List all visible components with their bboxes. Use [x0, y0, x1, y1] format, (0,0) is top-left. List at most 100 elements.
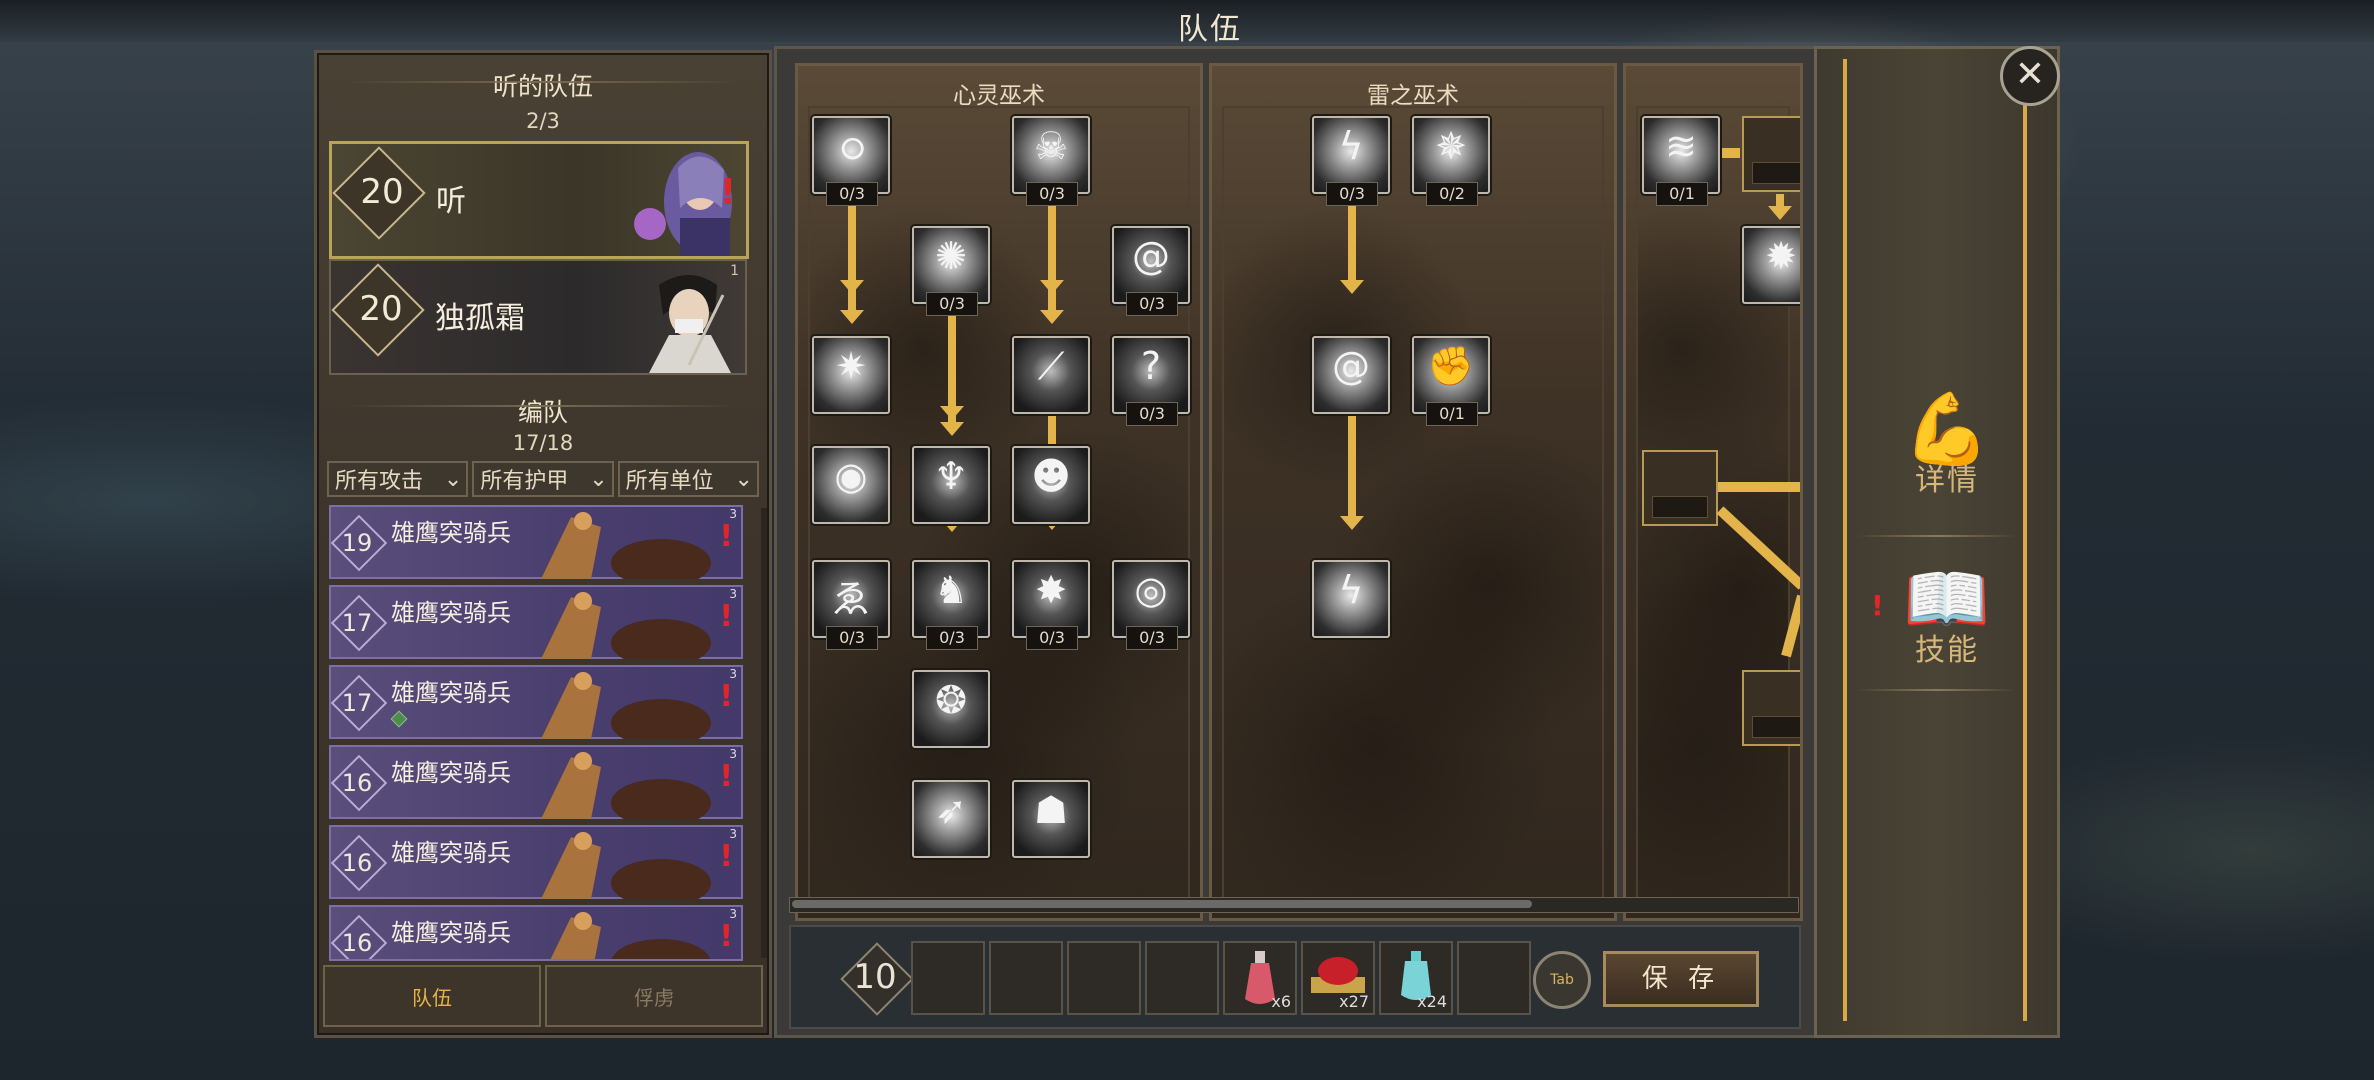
slot-bar	[1752, 716, 1800, 738]
skill-ghost[interactable]: ゑ 0/3	[812, 560, 890, 650]
hero-name: 独孤霜	[435, 301, 525, 336]
save-button[interactable]: 保 存	[1603, 951, 1759, 1007]
tab-team[interactable]: 队伍	[323, 965, 541, 1027]
hero-card-dugu-shuang[interactable]: 20 独孤霜 1	[329, 259, 747, 375]
item-slot-blue-potion[interactable]: x24	[1379, 941, 1453, 1015]
tree-background	[1222, 106, 1604, 908]
attack-filter-dropdown[interactable]: 所有攻击 ⌄	[327, 461, 469, 497]
filter-label: 所有攻击	[335, 469, 424, 494]
hero-alert-icon: !	[719, 172, 736, 213]
skill-count: 0/3	[1026, 626, 1078, 650]
unit-row[interactable]: 19 雄鹰突骑兵 3 !	[329, 505, 743, 579]
skill-shuriken-swirl[interactable]: ✵ 0/2	[1412, 116, 1490, 206]
skill-count: 0/1	[1656, 182, 1708, 206]
skill-spear-strike[interactable]: ➶	[912, 780, 990, 858]
chevron-down-icon: ⌄	[734, 466, 753, 492]
close-button[interactable]: ✕	[2000, 46, 2060, 106]
tree-arrow	[1768, 194, 1792, 220]
unit-list-scrollbar[interactable]	[761, 508, 767, 958]
skill-ring-crown[interactable]: ❂	[912, 670, 990, 748]
unit-name: 雄鹰突骑兵	[391, 919, 511, 947]
skill-dark-star[interactable]: ✸ 0/3	[1012, 560, 1090, 650]
skill-grinning-monster[interactable]: ☻	[1012, 446, 1090, 524]
swirl-smoke-icon: ഠ	[838, 124, 864, 168]
unit-level: 16	[341, 849, 373, 877]
skill-count: 0/3	[926, 292, 978, 316]
unit-name: 雄鹰突骑兵	[391, 759, 511, 787]
skill-demon-mask[interactable]: ☠ 0/3	[1012, 116, 1090, 206]
cavalry-portrait	[541, 592, 711, 659]
unit-alert-icon: !	[719, 599, 733, 634]
skill-wind-slash[interactable]: ≋ 0/1	[1642, 116, 1720, 206]
details-button[interactable]: 💪 详情	[1877, 389, 2017, 499]
skill-dark-fiend[interactable]: ♆	[912, 446, 990, 524]
skill-lightning-bolt[interactable]: ϟ	[1312, 560, 1390, 638]
skill-eye-swirl[interactable]: ◎ 0/3	[1112, 560, 1190, 650]
wind-slash-icon: ≋	[1665, 124, 1697, 168]
tree-horizontal-scrollbar[interactable]	[789, 897, 1799, 913]
gold-border-line	[1843, 59, 1847, 1021]
unit-alert-icon: !	[719, 759, 733, 794]
tree-title: 雷之巫术	[1367, 83, 1459, 109]
skill-spiral-vortex[interactable]: @0/3	[1112, 226, 1190, 316]
tree-arrow	[1040, 282, 1064, 324]
ring-crown-icon: ❂	[935, 678, 967, 722]
hero-corner-number: 1	[730, 263, 739, 279]
bottom-tab-bar: 队伍 俘虏	[317, 965, 769, 1027]
skill-hooded-figure[interactable]: ☗	[1012, 780, 1090, 858]
unit-row[interactable]: 16 雄鹰突骑兵 3 !	[329, 905, 743, 961]
armor-filter-dropdown[interactable]: 所有护甲 ⌄	[472, 461, 614, 497]
item-quantity: x6	[1271, 992, 1291, 1011]
skill-sparkling-fist[interactable]: ✊ 0/1	[1412, 336, 1490, 426]
skills-label: 技能	[1915, 633, 1979, 668]
skill-swirl-smoke[interactable]: ഠ 0/3	[812, 116, 890, 206]
question-vines-icon: ?	[1140, 344, 1162, 388]
slot-bar	[1752, 162, 1800, 184]
item-slot-empty[interactable]	[989, 941, 1063, 1015]
unit-row[interactable]: 16 雄鹰突骑兵 3 !	[329, 745, 743, 819]
skill-light-burst[interactable]: ✺ 0/3	[912, 226, 990, 316]
scroll-thumb[interactable]	[792, 900, 1532, 908]
item-slot-empty[interactable]	[911, 941, 985, 1015]
player-level: 10	[853, 957, 897, 997]
skills-button[interactable]: 📖 技能 !	[1871, 559, 2017, 669]
item-slot-empty[interactable]	[1457, 941, 1531, 1015]
hooded-figure-icon: ☗	[1033, 788, 1069, 832]
spear-strike-icon: ➶	[935, 788, 967, 832]
skill-vortex[interactable]: @	[1312, 336, 1390, 414]
unit-row[interactable]: 17 雄鹰突骑兵 3 !	[329, 665, 743, 739]
skill-slash-beam[interactable]: ⟋	[1012, 336, 1090, 414]
skill-question-vines[interactable]: ? 0/3	[1112, 336, 1190, 426]
skill-slot-empty[interactable]	[1642, 450, 1718, 526]
item-slot-empty[interactable]	[1145, 941, 1219, 1015]
tab-prisoners[interactable]: 俘虏	[545, 965, 763, 1027]
filter-row: 所有攻击 ⌄ 所有护甲 ⌄ 所有单位 ⌄	[327, 461, 759, 497]
dark-fiend-icon: ♆	[933, 454, 969, 498]
skill-slot-empty[interactable]	[1742, 116, 1800, 192]
chevron-down-icon: ⌄	[589, 466, 608, 492]
item-slot-empty[interactable]	[1067, 941, 1141, 1015]
skill-slot-empty[interactable]	[1742, 670, 1800, 746]
sparkling-fist-icon: ✊	[1427, 344, 1475, 388]
unit-name: 雄鹰突骑兵	[391, 679, 511, 707]
unit-row[interactable]: 17 雄鹰突骑兵 3 !	[329, 585, 743, 659]
cavalry-portrait	[541, 512, 711, 579]
unit-level: 17	[341, 609, 373, 637]
skill-glowing-orb[interactable]: ◉	[812, 446, 890, 524]
skill-lightning[interactable]: ϟ 0/3	[1312, 116, 1390, 206]
slash-beam-icon: ⟋	[1037, 344, 1065, 388]
unit-row[interactable]: 16 雄鹰突骑兵 3 !	[329, 825, 743, 899]
cavalry-portrait	[541, 752, 711, 819]
item-slot-red-potion[interactable]: x6	[1223, 941, 1297, 1015]
hero-card-ting[interactable]: 20 听 !	[329, 141, 749, 259]
tab-switch-button[interactable]: Tab	[1533, 951, 1591, 1009]
skill-star-burst[interactable]: ✹	[1742, 226, 1800, 304]
skill-count: 0/3	[1026, 182, 1078, 206]
tree-arrow	[1718, 482, 1800, 492]
formation-count: 17/18	[512, 431, 574, 455]
skill-shatter[interactable]: ✷	[812, 336, 890, 414]
unit-filter-dropdown[interactable]: 所有单位 ⌄	[617, 461, 759, 497]
skill-count: 0/3	[826, 626, 878, 650]
skill-spirit-bird[interactable]: ♞ 0/3	[912, 560, 990, 650]
item-slot-meat-platter[interactable]: x27	[1301, 941, 1375, 1015]
